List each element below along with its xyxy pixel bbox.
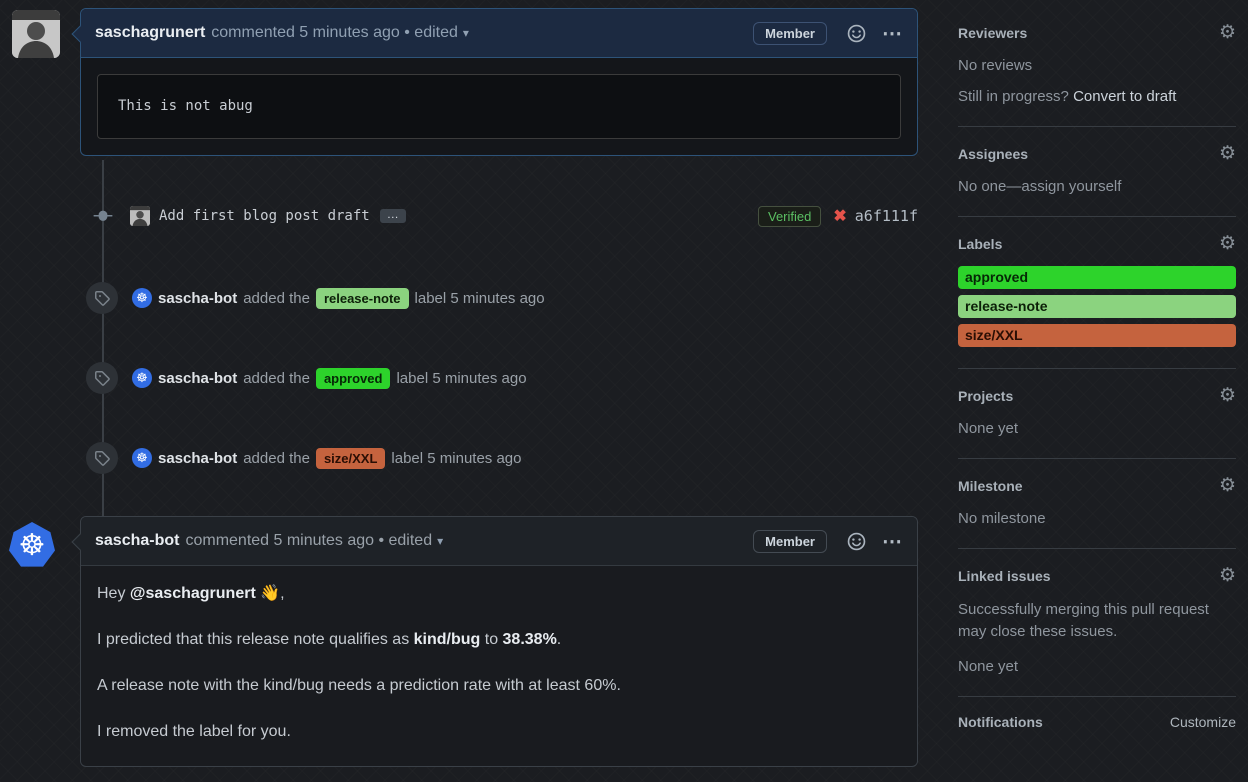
gear-icon[interactable]: ⚙ (1219, 23, 1236, 42)
bot-avatar[interactable]: ☸ (132, 448, 152, 468)
event-action: added the (243, 369, 310, 387)
bot-avatar[interactable]: ☸ (132, 368, 152, 388)
convert-to-draft-link[interactable]: Convert to draft (1073, 88, 1176, 105)
member-badge: Member (753, 21, 827, 45)
kubernetes-bot-avatar[interactable]: ☸ (9, 522, 55, 567)
tag-icon (86, 442, 118, 474)
section-title: Linked issues (958, 567, 1051, 584)
projects-empty-text: None yet (958, 420, 1019, 437)
commit-message-link[interactable]: Add first blog post draft (159, 208, 370, 224)
linked-issues-description: Successfully merging this pull request m… (958, 601, 1209, 640)
sidebar-section-reviewers: Reviewers ⚙ No reviews Still in progress… (958, 0, 1236, 127)
comment-body: This is not abug (81, 58, 917, 155)
event-actor[interactable]: sascha-bot (158, 370, 237, 387)
label-event-row: ☸ sascha-bot added the release-note labe… (80, 282, 918, 314)
comment-paragraph: I removed the label for you. (97, 723, 291, 740)
section-title: Projects (958, 387, 1014, 404)
event-suffix: label 5 minutes ago (396, 369, 527, 387)
sidebar-section-assignees: Assignees ⚙ No one—assign yourself (958, 127, 1236, 217)
event-action: added the (243, 289, 310, 307)
comment-timestamp: commented 5 minutes ago • edited (185, 532, 433, 549)
comment-author[interactable]: saschagrunert (95, 24, 205, 42)
commit-expand-button[interactable]: … (379, 208, 406, 223)
avatar[interactable] (12, 10, 60, 58)
member-badge: Member (753, 529, 827, 553)
sidebar-section-projects: Projects ⚙ None yet (958, 369, 1236, 459)
pr-conversation-page: saschagrunert commented 5 minutes ago • … (0, 0, 1248, 767)
comment-author[interactable]: sascha-bot (95, 532, 179, 550)
edited-dropdown-icon[interactable]: ▾ (463, 26, 469, 40)
kebab-menu-icon[interactable]: ⋯ (882, 529, 903, 554)
sidebar: Reviewers ⚙ No reviews Still in progress… (958, 0, 1236, 767)
timeline-column: saschagrunert commented 5 minutes ago • … (0, 0, 918, 767)
gear-icon[interactable]: ⚙ (1219, 144, 1236, 163)
gear-icon[interactable]: ⚙ (1219, 476, 1236, 495)
bot-avatar[interactable]: ☸ (132, 288, 152, 308)
comment-timestamp: commented 5 minutes ago • edited (211, 24, 458, 41)
reviewers-empty-text: No reviews (958, 57, 1033, 74)
commit-author-avatar[interactable] (130, 206, 150, 226)
customize-link[interactable]: Customize (1170, 714, 1236, 730)
sidebar-label-release-note[interactable]: release-note (958, 295, 1236, 318)
sidebar-label-approved[interactable]: approved (958, 266, 1236, 289)
label-chip[interactable]: approved (315, 367, 391, 389)
gear-icon[interactable]: ⚙ (1219, 234, 1236, 253)
tag-icon (86, 362, 118, 394)
gear-icon[interactable]: ⚙ (1219, 386, 1236, 405)
kebab-menu-icon[interactable]: ⋯ (882, 21, 903, 46)
comment-body: Hey @saschagrunert 👋, I predicted that t… (81, 566, 917, 766)
comment-paragraph: Hey @saschagrunert 👋, (97, 585, 285, 602)
sidebar-label-size-xxl[interactable]: size/XXL (958, 324, 1236, 347)
gear-icon[interactable]: ⚙ (1219, 566, 1236, 585)
event-action: added the (243, 449, 310, 467)
label-event-row: ☸ sascha-bot added the size/XXL label 5 … (80, 442, 918, 474)
edited-dropdown-icon[interactable]: ▾ (437, 534, 443, 548)
event-suffix: label 5 minutes ago (391, 449, 522, 467)
section-title: Notifications (958, 713, 1043, 730)
label-event-row: ☸ sascha-bot added the approved label 5 … (80, 362, 918, 394)
event-suffix: label 5 minutes ago (414, 289, 545, 307)
commit-row: Add first blog post draft … Verified ✖ a… (80, 202, 918, 230)
comment-paragraph: I predicted that this release note quali… (97, 631, 562, 648)
add-reaction-icon[interactable] (847, 532, 866, 551)
assignees-empty-text[interactable]: No one—assign yourself (958, 178, 1236, 195)
status-failed-icon[interactable]: ✖ (833, 206, 846, 226)
comment-paragraph: A release note with the kind/bug needs a… (97, 677, 621, 694)
sidebar-section-milestone: Milestone ⚙ No milestone (958, 459, 1236, 549)
label-chip[interactable]: release-note (315, 287, 409, 309)
section-title: Milestone (958, 477, 1023, 494)
event-actor[interactable]: sascha-bot (158, 290, 237, 307)
sidebar-section-notifications: Notifications Customize (958, 697, 1236, 751)
add-reaction-icon[interactable] (847, 24, 866, 43)
label-chip[interactable]: size/XXL (315, 447, 386, 469)
tag-icon (86, 282, 118, 314)
comment-header: saschagrunert commented 5 minutes ago • … (81, 9, 917, 58)
event-actor[interactable]: sascha-bot (158, 450, 237, 467)
git-commit-icon (91, 206, 115, 226)
comment-saschagrunert: saschagrunert commented 5 minutes ago • … (71, 8, 918, 156)
verified-badge[interactable]: Verified (758, 205, 822, 227)
linked-issues-empty-text: None yet (958, 657, 1019, 675)
section-title: Assignees (958, 145, 1029, 162)
commit-hash-link[interactable]: a6f111f (855, 207, 918, 225)
comment-sascha-bot: sascha-bot commented 5 minutes ago • edi… (71, 516, 918, 767)
comment-header: sascha-bot commented 5 minutes ago • edi… (81, 517, 917, 566)
sidebar-section-labels: Labels ⚙ approved release-note size/XXL (958, 217, 1236, 369)
comment-code-block: This is not abug (97, 74, 901, 139)
sidebar-section-linked-issues: Linked issues ⚙ Successfully merging thi… (958, 549, 1236, 697)
section-title: Reviewers (958, 24, 1028, 41)
section-title: Labels (958, 235, 1003, 252)
milestone-empty-text: No milestone (958, 510, 1046, 527)
user-mention[interactable]: @saschagrunert (130, 585, 256, 602)
draft-hint-text: Still in progress? (958, 88, 1069, 105)
